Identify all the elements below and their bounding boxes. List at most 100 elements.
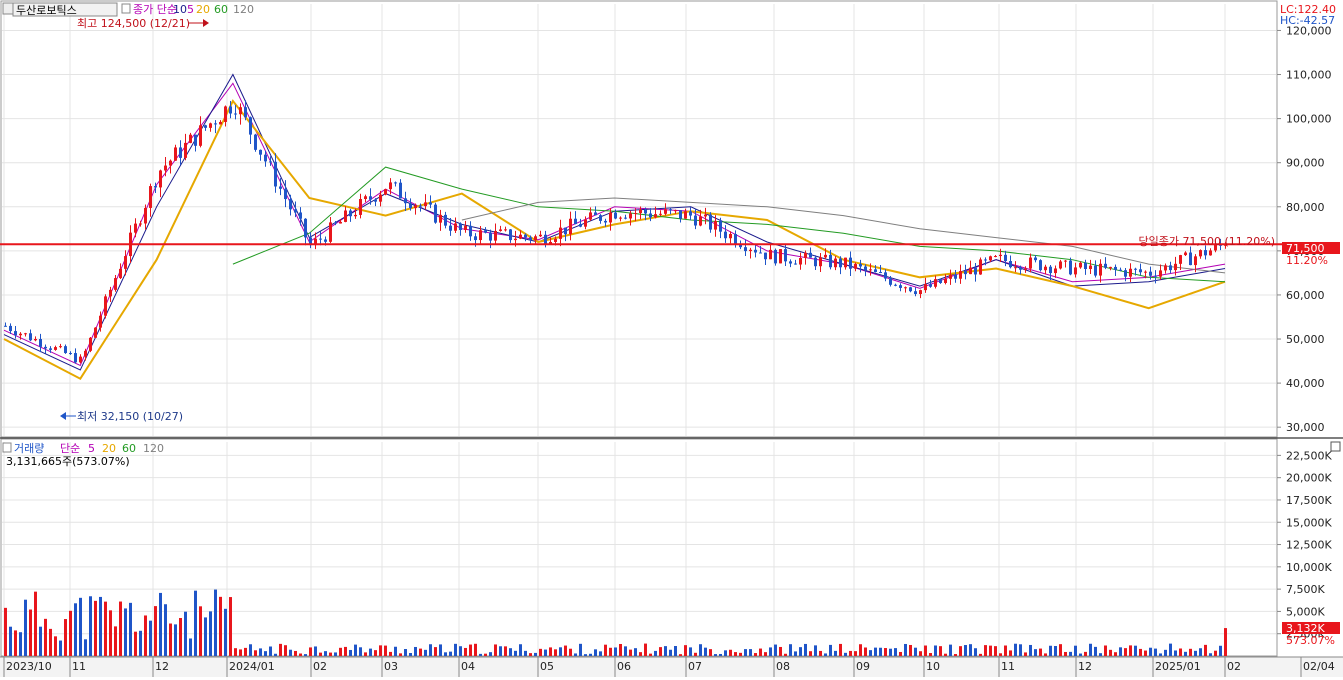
volume-bar: [59, 640, 62, 656]
volume-bar: [149, 620, 152, 656]
candle-body: [294, 209, 297, 213]
volume-bar: [374, 650, 377, 656]
candle-body: [654, 214, 657, 218]
volume-bar: [39, 626, 42, 656]
candle-body: [204, 125, 207, 128]
candle-body: [1024, 268, 1027, 270]
candle-body: [714, 220, 717, 230]
volume-bar: [1134, 645, 1137, 656]
volume-bar: [609, 647, 612, 656]
candle-body: [1029, 257, 1032, 269]
volume-bar: [204, 617, 207, 656]
candle-body: [1159, 270, 1162, 277]
candle-body: [559, 227, 562, 239]
panel-menu-icon[interactable]: [2, 2, 14, 15]
volume-ma-60[interactable]: 60: [122, 442, 136, 455]
volume-ma-20[interactable]: 20: [102, 442, 116, 455]
ma-legend-120[interactable]: 120: [233, 3, 254, 16]
stock-name[interactable]: 두산로보틱스: [16, 4, 77, 17]
volume-bar: [729, 649, 732, 656]
low-price-label: 최저 32,150 (10/27): [77, 410, 183, 423]
volume-bar: [934, 645, 937, 656]
volume-ma-5[interactable]: 5: [88, 442, 95, 455]
close-price-label: 당일종가 71,500 (11.20%): [1139, 234, 1276, 248]
ma-legend-5[interactable]: 5: [187, 3, 194, 16]
candle-body: [239, 107, 242, 115]
candle-body: [199, 125, 202, 146]
volume-bar: [404, 649, 407, 656]
legend-checkbox-icon[interactable]: [121, 3, 131, 14]
candle-body: [709, 214, 712, 230]
volume-bar: [519, 644, 522, 656]
candle-body: [764, 252, 767, 260]
volume-bar: [514, 650, 517, 656]
candle-body: [369, 196, 372, 200]
volume-bar: [579, 643, 582, 656]
candle-body: [399, 182, 402, 199]
volume-bar: [684, 645, 687, 656]
volume-bar: [304, 654, 307, 656]
volume-bar: [604, 644, 607, 656]
candle-body: [879, 272, 882, 274]
volume-bar: [1039, 648, 1042, 656]
volume-bar: [1074, 645, 1077, 656]
volume-title[interactable]: 거래량: [14, 442, 44, 455]
volume-bar: [364, 652, 367, 656]
ma-legend-20[interactable]: 20: [196, 3, 210, 16]
candle-body: [1169, 265, 1172, 271]
candle-body: [159, 170, 162, 188]
candle-body: [94, 327, 97, 338]
volume-bar: [1194, 650, 1197, 656]
volume-bar: [589, 653, 592, 656]
candle-body: [1149, 271, 1152, 276]
volume-bar: [569, 648, 572, 656]
volume-bar: [259, 648, 262, 656]
volume-bar: [119, 601, 122, 656]
volume-bar: [139, 630, 142, 656]
volume-bar: [554, 649, 557, 656]
x-tick-label: 2025/01: [1155, 660, 1201, 673]
volume-bar: [1139, 648, 1142, 656]
volume-ma-label[interactable]: 단순: [60, 442, 80, 455]
x-axis-bar: [0, 657, 1343, 677]
price-y-tick-label: 60,000: [1286, 289, 1325, 302]
volume-bar: [469, 644, 472, 656]
volume-ma-120[interactable]: 120: [143, 442, 164, 455]
candle-body: [634, 213, 637, 215]
candle-body: [1134, 268, 1137, 270]
ma-legend-60[interactable]: 60: [214, 3, 228, 16]
volume-close-icon[interactable]: [1330, 441, 1341, 452]
candle-body: [1109, 266, 1112, 268]
volume-bar: [944, 653, 947, 656]
ma-legend-10[interactable]: 10: [173, 3, 187, 16]
candle-body: [34, 338, 37, 341]
volume-bar: [49, 628, 52, 656]
candle-body: [789, 261, 792, 264]
volume-bar: [854, 651, 857, 656]
volume-bar: [209, 611, 212, 656]
candle-body: [89, 337, 92, 351]
candle-body: [74, 353, 77, 363]
candle-body: [839, 258, 842, 268]
candle-body: [504, 229, 507, 231]
volume-bar: [1179, 648, 1182, 656]
volume-bar: [314, 646, 317, 656]
volume-bar: [19, 632, 22, 656]
candle-body: [449, 225, 452, 231]
candle-body: [1039, 260, 1042, 271]
candle-body: [219, 121, 222, 125]
volume-bar: [1064, 651, 1067, 656]
candle-body: [1069, 260, 1072, 275]
volume-bar: [214, 589, 217, 656]
candle-body: [509, 229, 512, 241]
candle-body: [979, 259, 982, 275]
x-tick-label: 05: [540, 660, 554, 673]
volume-bar: [34, 591, 37, 656]
candle-body: [19, 333, 22, 336]
ma-legend-label[interactable]: 종가 단순: [133, 3, 177, 16]
volume-legend-checkbox-icon[interactable]: [2, 442, 12, 453]
candle-body: [394, 182, 397, 184]
candle-body: [264, 154, 267, 162]
volume-bar: [929, 653, 932, 656]
volume-bar: [199, 606, 202, 656]
